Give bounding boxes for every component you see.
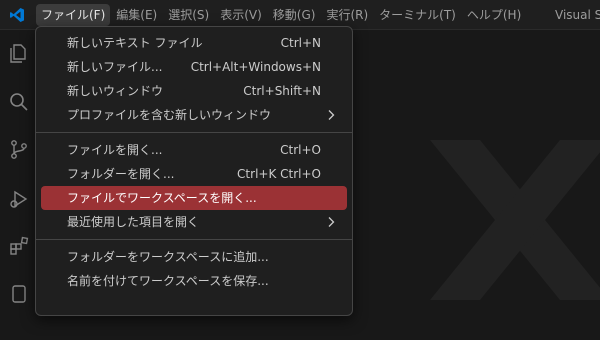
menu-item-open-file[interactable]: ファイルを開く... Ctrl+O (41, 138, 347, 162)
menu-item-label: フォルダーをワークスペースに追加... (67, 250, 269, 264)
menu-item-label: フォルダーを開く... (67, 167, 175, 181)
menu-item-label: 新しいファイル... (67, 60, 163, 74)
menu-item-label: プロファイルを含む新しいウィンドウ (67, 108, 272, 122)
menu-item-new-file[interactable]: 新しいファイル... Ctrl+Alt+Windows+N (41, 55, 347, 79)
menu-item-shortcut: Ctrl+K Ctrl+O (237, 167, 321, 181)
menu-item-open-recent[interactable]: 最近使用した項目を開く (41, 210, 347, 234)
menu-view[interactable]: 表示(V) (215, 4, 267, 26)
extensions-icon[interactable] (8, 235, 30, 257)
menu-item-label: 新しいテキスト ファイル (67, 36, 203, 50)
vscode-watermark-icon (430, 140, 600, 300)
activity-bar (0, 30, 36, 303)
menu-terminal[interactable]: ターミナル(T) (374, 4, 461, 26)
menu-separator (36, 239, 352, 240)
menu-item-new-window[interactable]: 新しいウィンドウ Ctrl+Shift+N (41, 79, 347, 103)
explorer-icon[interactable] (8, 42, 30, 64)
menu-item-label: 新しいウィンドウ (67, 84, 164, 98)
menu-item-new-window-with-profile[interactable]: プロファイルを含む新しいウィンドウ (41, 103, 347, 127)
menu-item-shortcut: Ctrl+N (280, 36, 321, 50)
menu-go[interactable]: 移動(G) (268, 4, 321, 26)
window-title: Visual Stu (555, 8, 600, 22)
menu-selection[interactable]: 選択(S) (163, 4, 214, 26)
menu-item-label: ファイルでワークスペースを開く... (67, 191, 257, 205)
menu-item-save-workspace-as[interactable]: 名前を付けてワークスペースを保存... (41, 269, 347, 293)
menu-item-add-folder-to-workspace[interactable]: フォルダーをワークスペースに追加... (41, 245, 347, 269)
file-menu-dropdown: 新しいテキスト ファイル Ctrl+N 新しいファイル... Ctrl+Alt+… (35, 26, 353, 316)
source-control-icon[interactable] (8, 138, 30, 160)
menu-item-label: 最近使用した項目を開く (67, 215, 200, 229)
menu-item-shortcut: Ctrl+Shift+N (243, 84, 321, 98)
vscode-logo-icon (0, 0, 34, 30)
menu-item-open-folder[interactable]: フォルダーを開く... Ctrl+K Ctrl+O (41, 162, 347, 186)
menu-help[interactable]: ヘルプ(H) (462, 4, 526, 26)
menu-item-new-text-file[interactable]: 新しいテキスト ファイル Ctrl+N (41, 31, 347, 55)
menu-item-shortcut: Ctrl+Alt+Windows+N (190, 60, 321, 74)
account-icon[interactable] (8, 282, 30, 304)
run-debug-icon[interactable] (8, 188, 30, 210)
menu-item-shortcut: Ctrl+O (280, 143, 321, 157)
menu-item-label: 名前を付けてワークスペースを保存... (67, 274, 269, 288)
menu-run[interactable]: 実行(R) (321, 4, 373, 26)
search-icon[interactable] (8, 91, 30, 113)
menu-edit[interactable]: 編集(E) (111, 4, 162, 26)
chevron-right-icon (328, 110, 335, 120)
menu-item-open-workspace-from-file[interactable]: ファイルでワークスペースを開く... (41, 186, 347, 210)
menu-file[interactable]: ファイル(F) (36, 3, 111, 26)
menu-separator (36, 132, 352, 133)
menu-item-label: ファイルを開く... (67, 143, 163, 157)
chevron-right-icon (328, 217, 335, 227)
